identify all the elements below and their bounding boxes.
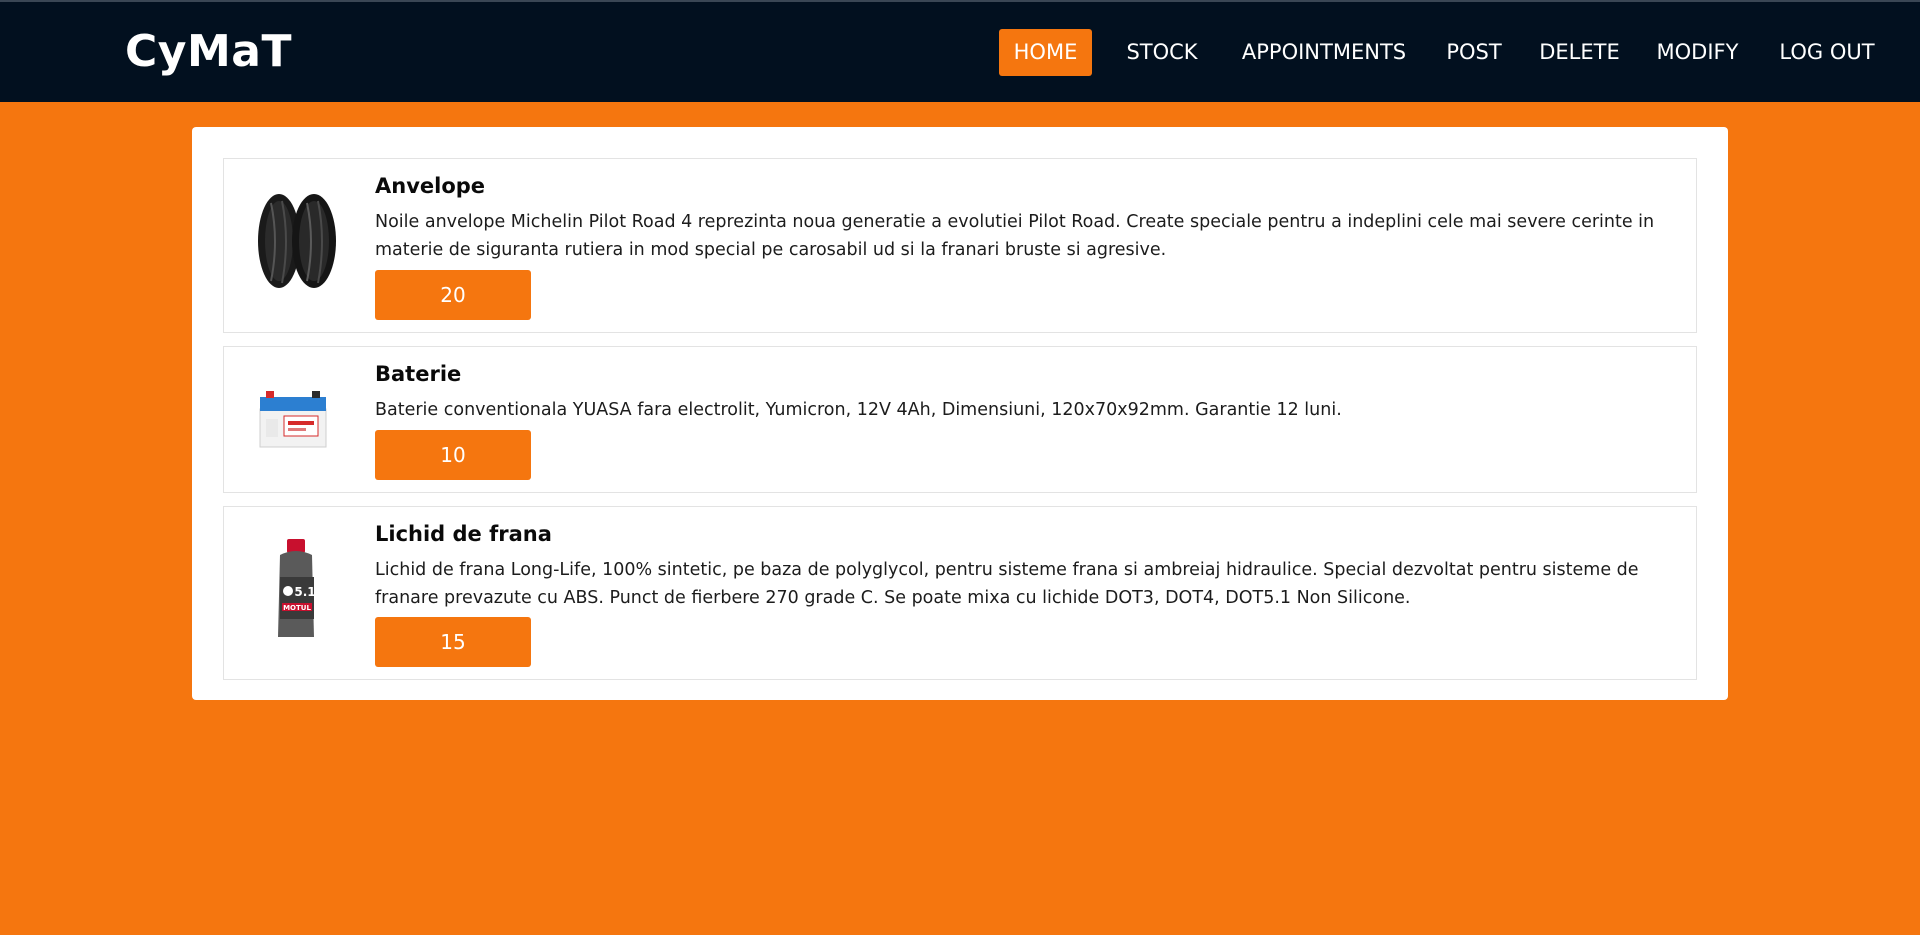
brake-fluid-brand-text: MOTUL: [283, 604, 311, 612]
brake-fluid-grade-text: 5.1: [294, 585, 315, 599]
product-name: Anvelope: [375, 174, 486, 198]
product-quantity-button[interactable]: 20: [375, 270, 531, 320]
product-quantity-button[interactable]: 15: [375, 617, 531, 667]
nav-logout[interactable]: LOG OUT: [1771, 29, 1883, 76]
nav-post[interactable]: POST: [1435, 29, 1513, 76]
product-list-panel: Anvelope Noile anvelope Michelin Pilot R…: [192, 127, 1728, 700]
nav-modify[interactable]: MODIFY: [1646, 29, 1749, 76]
brake-fluid-image: 5.1 MOTUL: [244, 537, 349, 642]
nav-stock[interactable]: STOCK: [1113, 29, 1211, 76]
product-description: Lichid de frana Long-Life, 100% sintetic…: [375, 560, 1639, 608]
product-card-baterie: Baterie Baterie conventionala YUASA fara…: [223, 346, 1697, 493]
navbar: CyMaT HOME STOCK APPOINTMENTS POST DELET…: [0, 0, 1920, 102]
product-description: Noile anvelope Michelin Pilot Road 4 rep…: [375, 212, 1655, 260]
product-quantity-button[interactable]: 10: [375, 430, 531, 480]
product-card-anvelope: Anvelope Noile anvelope Michelin Pilot R…: [223, 158, 1697, 333]
nav-home[interactable]: HOME: [999, 29, 1092, 76]
nav-appointments[interactable]: APPOINTMENTS: [1236, 29, 1412, 76]
battery-image: [244, 369, 349, 474]
nav-delete[interactable]: DELETE: [1535, 29, 1624, 76]
product-name: Baterie: [375, 362, 462, 386]
tires-image: [244, 189, 349, 294]
brand-logo[interactable]: CyMaT: [125, 26, 292, 77]
product-card-lichid-de-frana: 5.1 MOTUL Lichid de frana Lichid de fran…: [223, 506, 1697, 680]
product-description: Baterie conventionala YUASA fara electro…: [375, 400, 1342, 420]
product-name: Lichid de frana: [375, 522, 552, 546]
